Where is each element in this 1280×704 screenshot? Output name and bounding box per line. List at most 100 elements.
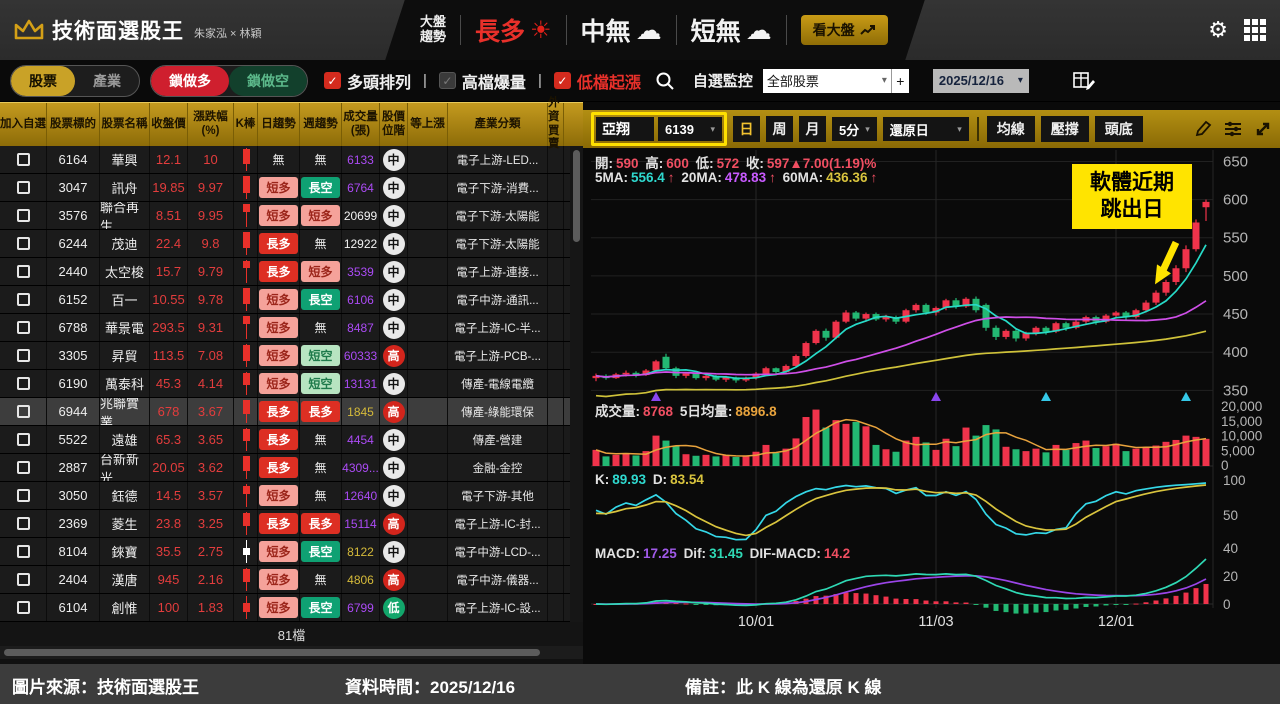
cell-code: 3576	[47, 202, 100, 229]
column-header-8[interactable]: 成交量 (張)	[342, 103, 380, 146]
tab-industry[interactable]: 產業	[75, 66, 139, 96]
watchlist-select[interactable]: 全部股票 ▾	[762, 68, 891, 93]
k-candle-icon	[234, 286, 257, 313]
lock-long-button[interactable]: 鎖做多	[151, 65, 229, 96]
filter-check-0[interactable]: ✓ 多頭排列	[324, 69, 411, 93]
code-select[interactable]: 6139 ▾	[658, 117, 722, 141]
trend-separator	[460, 15, 462, 45]
gear-icon[interactable]: ⚙	[1208, 17, 1228, 43]
table-row[interactable]: 6164 華興 12.1 10 無 無 6133 中 電子上游-LED...	[0, 146, 583, 174]
table-row[interactable]: 6104 創惟 100 1.83 短多 長空 6799 低 電子上游-IC-設...	[0, 594, 583, 622]
row-checkbox[interactable]	[16, 349, 30, 362]
cell-code: 6244	[47, 230, 100, 257]
cell-kbar	[234, 342, 258, 369]
table-header-row: 加入自選 股票標的 股票名稱 收盤價 漲跌幅 (%) K棒 日趨勢 週趨勢 成交量 (張) 股價 位階等…	[0, 97, 583, 150]
report-edit-icon[interactable]	[1073, 71, 1095, 91]
row-checkbox[interactable]	[16, 573, 30, 586]
expand-icon[interactable]	[1254, 120, 1272, 138]
column-header-0[interactable]: 加入自選	[0, 103, 47, 146]
table-row[interactable]: 2440 太空梭 15.7 9.79 長多 短多 3539 中 電子上游-連接...	[0, 258, 583, 286]
price-level-badge: 中	[382, 148, 405, 171]
checkbox-icon[interactable]: ✓	[553, 72, 571, 89]
table-row[interactable]: 8104 錸寶 35.5 2.75 短多 長空 8122 中 電子中游-LCD-...	[0, 538, 583, 566]
row-checkbox[interactable]	[16, 433, 30, 446]
table-row[interactable]: 3047 訊舟 19.85 9.97 短多 長空 6764 中 電子下游-消費...	[0, 174, 583, 202]
filter-check-1[interactable]: ✓ 高檔爆量	[438, 69, 526, 93]
adjust-sliders-icon[interactable]	[1224, 120, 1242, 138]
search-icon[interactable]	[655, 71, 675, 91]
table-row[interactable]: 3050 鈺德 14.5 3.57 短多 無 12640 中 電子下游-其他	[0, 482, 583, 510]
lock-short-button[interactable]: 鎖做空	[229, 65, 307, 96]
column-header-9[interactable]: 股價 位階	[380, 103, 408, 146]
column-header-6[interactable]: 日趨勢	[258, 103, 300, 146]
checkbox-icon[interactable]: ✓	[438, 72, 456, 89]
column-header-1[interactable]: 股票標的	[47, 103, 100, 146]
view-market-button[interactable]: 看大盤	[800, 15, 888, 45]
row-checkbox[interactable]	[16, 265, 30, 278]
row-checkbox[interactable]	[16, 405, 30, 418]
table-row[interactable]: 6152 百一 10.55 9.78 短多 長空 6106 中 電子中游-通訊...	[0, 286, 583, 314]
cell-pct: 3.67	[188, 398, 234, 425]
ma-button[interactable]: 均線	[986, 116, 1035, 142]
row-checkbox[interactable]	[16, 237, 30, 250]
vertical-scrollbar[interactable]	[570, 146, 583, 622]
table-row[interactable]: 5522 遠雄 65.3 3.65 長多 無 4454 中 傳產-營建	[0, 426, 583, 454]
filter-check-2[interactable]: ✓ 低檔起漲	[553, 69, 641, 93]
svg-text:100: 100	[1223, 473, 1246, 488]
tab-stock[interactable]: 股票	[11, 65, 75, 96]
table-row[interactable]: 6788 華景電 293.5 9.31 短多 無 8487 中 電子上游-IC-半...	[0, 314, 583, 342]
column-header-10[interactable]: 等上漲	[408, 103, 448, 146]
period-week-button[interactable]: 周	[766, 116, 793, 142]
support-resistance-button[interactable]: 壓撐	[1040, 116, 1089, 142]
period-minute-select[interactable]: 5分 ▾	[832, 117, 877, 141]
table-row[interactable]: 2369 菱生 23.8 3.25 長多 長多 15114 高電子上游-IC-封...	[0, 510, 583, 538]
column-header-7[interactable]: 週趨勢	[300, 103, 342, 146]
cell-daily-trend: 短多	[258, 314, 300, 341]
table-row[interactable]: 6190 萬泰科 45.3 4.14 短多 短空 13131 中 傳產-電線電纜	[0, 370, 583, 398]
checkbox-icon[interactable]: ✓	[324, 72, 341, 89]
row-checkbox[interactable]	[16, 153, 30, 166]
table-row[interactable]: 3305 昇貿 113.5 7.08 短多 短空 60333 高 電子上游-PCB-...	[0, 342, 583, 370]
row-checkbox[interactable]	[16, 517, 30, 530]
column-header-2[interactable]: 股票名稱	[100, 103, 150, 146]
row-checkbox[interactable]	[16, 293, 30, 306]
cell-volume: 15114	[342, 510, 380, 537]
period-month-button[interactable]: 月	[799, 116, 826, 142]
v-scroll-thumb[interactable]	[573, 150, 580, 242]
table-row[interactable]: 3576 聯合再生 8.51 9.95 短多 短多 20699 中電子下游-太陽能	[0, 202, 583, 230]
row-checkbox[interactable]	[16, 461, 30, 474]
table-row[interactable]: 2887 台新新光... 20.05 3.62 長多 無 4309... 中 金融-金控	[0, 454, 583, 482]
row-checkbox[interactable]	[16, 321, 30, 334]
table-row[interactable]: 6244 茂迪 22.4 9.8 長多 無 12922 中 電子下游-太陽能	[0, 230, 583, 258]
row-checkbox[interactable]	[16, 545, 30, 558]
cell-price-level: 中	[380, 230, 408, 257]
column-header-3[interactable]: 收盤價	[150, 103, 188, 146]
period-day-button[interactable]: 日	[733, 116, 760, 142]
h-scroll-thumb[interactable]	[4, 649, 541, 656]
apps-grid-icon[interactable]	[1244, 19, 1266, 41]
trend-separator	[675, 15, 677, 45]
trend-separator	[565, 15, 567, 45]
cell-add-watch	[0, 230, 47, 257]
horizontal-scrollbar[interactable]	[0, 646, 583, 659]
column-header-4[interactable]: 漲跌幅 (%)	[188, 103, 234, 146]
table-row[interactable]: 2404 漢唐 945 2.16 短多 無 4806 高 電子中游-儀器...	[0, 566, 583, 594]
row-checkbox[interactable]	[16, 377, 30, 390]
table-row[interactable]: 6944 兆聯實業 678 3.67 長多 長多 1845 高傳產-綠能環保	[0, 398, 583, 426]
column-header-12[interactable]: 外資 買賣	[548, 97, 564, 150]
top-bottom-button[interactable]: 頭底	[1094, 116, 1143, 142]
row-checkbox[interactable]	[16, 181, 30, 194]
column-header-11[interactable]: 產業分類	[448, 103, 548, 146]
add-watchlist-button[interactable]: +	[890, 68, 909, 93]
pencil-icon[interactable]	[1194, 120, 1212, 138]
row-checkbox[interactable]	[16, 601, 30, 614]
cell-close: 20.05	[150, 454, 188, 481]
cell-industry: 電子中游-儀器...	[448, 566, 548, 593]
date-select[interactable]: 2025/12/16 ▾	[932, 68, 1029, 93]
restore-select[interactable]: 還原日 ▾	[882, 117, 969, 141]
column-header-5[interactable]: K棒	[234, 103, 258, 146]
cell-code: 3047	[47, 174, 100, 201]
row-checkbox[interactable]	[16, 489, 30, 502]
row-checkbox[interactable]	[16, 209, 30, 222]
symbol-input[interactable]	[596, 117, 654, 141]
